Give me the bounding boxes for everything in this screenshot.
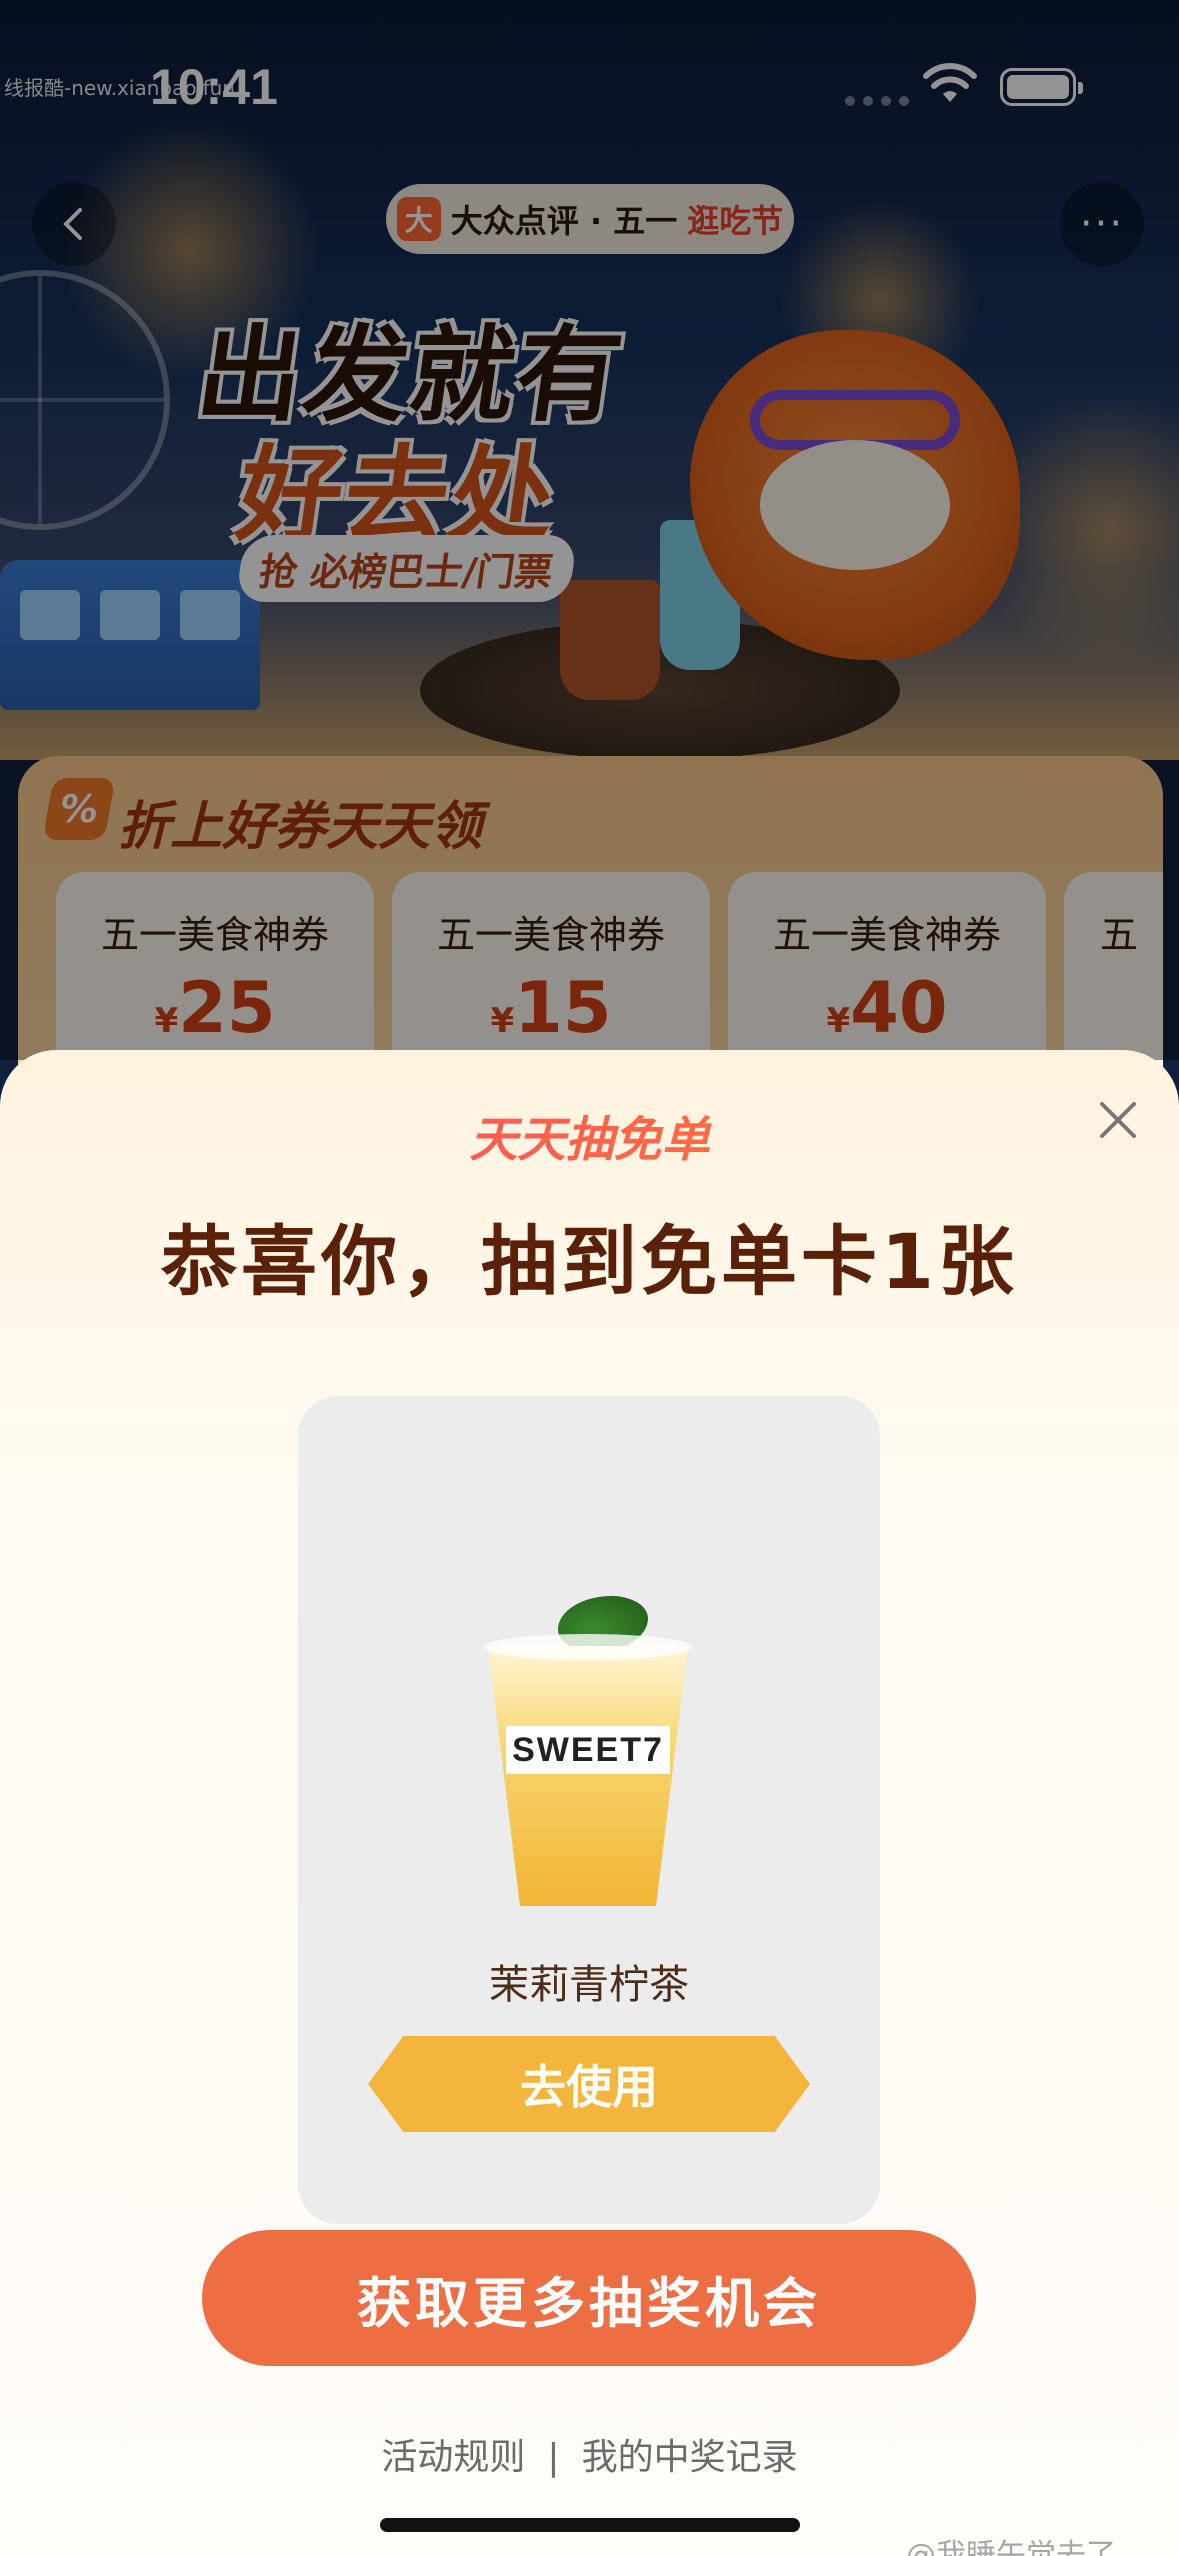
prize-card: SWEET7 茉莉青柠茶 去使用 [298, 1396, 880, 2224]
modal-brand: 天天抽免单 [0, 1100, 1179, 1170]
rules-link[interactable]: 活动规则 [381, 2437, 525, 2478]
link-separator: | [547, 2437, 560, 2478]
cup-brand-label: SWEET7 [506, 1726, 670, 1774]
close-button[interactable] [1090, 1092, 1146, 1148]
prize-modal: 天天抽免单 恭喜你，抽到免单卡1张 SWEET7 茉莉青柠茶 去使用 获取更多抽… [0, 1050, 1179, 2556]
watermark-bottom: @我睡午觉去了 [906, 2538, 1116, 2556]
records-link[interactable]: 我的中奖记录 [582, 2437, 798, 2478]
modal-title: 恭喜你，抽到免单卡1张 [161, 1217, 1018, 1306]
footer-links: 活动规则 | 我的中奖记录 [0, 2428, 1179, 2480]
get-more-chances-button[interactable]: 获取更多抽奖机会 [202, 2230, 976, 2366]
modal-backdrop[interactable] [0, 0, 1179, 1060]
prize-name: 茉莉青柠茶 [489, 1962, 689, 2008]
use-button[interactable]: 去使用 [368, 2036, 810, 2132]
home-indicator[interactable] [380, 2518, 800, 2532]
drink-image: SWEET7 [484, 1596, 692, 1916]
close-icon [1100, 1102, 1136, 1138]
